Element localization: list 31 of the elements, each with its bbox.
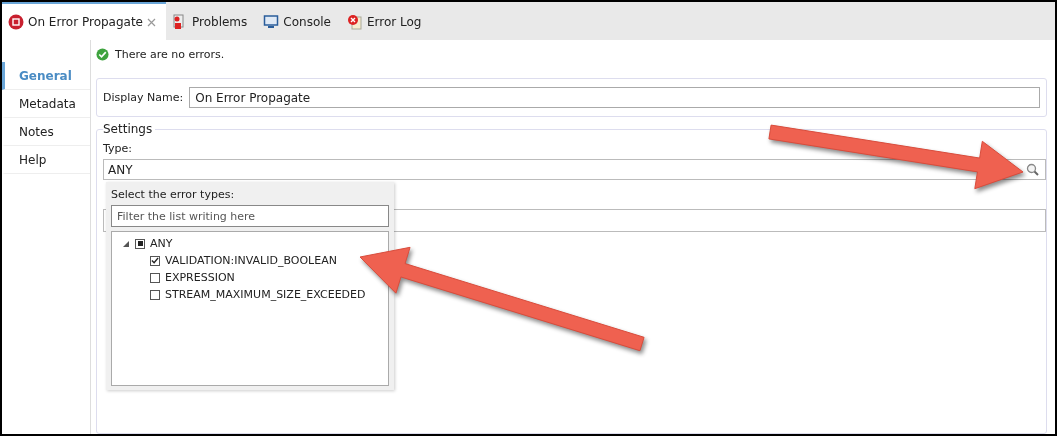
display-name-field[interactable]: On Error Propagate (189, 87, 1040, 108)
close-icon[interactable] (147, 17, 156, 27)
editor-tab[interactable]: Problems (166, 2, 258, 40)
sidebar-item[interactable]: Notes (2, 118, 90, 146)
expander-icon[interactable] (122, 239, 130, 248)
check-circle-icon (96, 47, 109, 61)
section-title: Settings (103, 122, 156, 136)
status-message: There are no errors. (115, 47, 225, 61)
editor-tab[interactable]: Error Log (340, 2, 432, 40)
tree-item-label[interactable]: VALIDATION:INVALID_BOOLEAN (165, 254, 337, 267)
editor-tab[interactable]: On Error Propagate (2, 2, 166, 40)
type-field[interactable]: ANY (103, 159, 1046, 180)
tree-item-label[interactable]: ANY (150, 237, 173, 250)
tree-item-label[interactable]: EXPRESSION (165, 271, 235, 284)
sidebar-item[interactable]: General (2, 62, 90, 90)
filter-field[interactable]: Filter the list writing here (111, 205, 389, 227)
sidebar-item[interactable]: Metadata (2, 90, 90, 118)
field-label: Type: (103, 142, 133, 155)
checkbox[interactable] (150, 272, 160, 283)
field-label: Display Name: (103, 91, 184, 104)
monitor-icon (263, 14, 280, 30)
checkbox[interactable] (135, 238, 145, 249)
checkbox[interactable] (150, 289, 160, 300)
tree-item-label[interactable]: STREAM_MAXIMUM_SIZE_EXCEEDED (165, 288, 366, 301)
error-handler-icon (8, 14, 24, 30)
popup-title: Select the error types: (111, 188, 236, 201)
checkbox[interactable] (150, 255, 160, 266)
editor-tab[interactable]: Console (257, 2, 341, 40)
search-icon[interactable] (1026, 163, 1039, 176)
sidebar-item[interactable]: Help (2, 146, 90, 174)
error-log-icon (346, 14, 363, 30)
